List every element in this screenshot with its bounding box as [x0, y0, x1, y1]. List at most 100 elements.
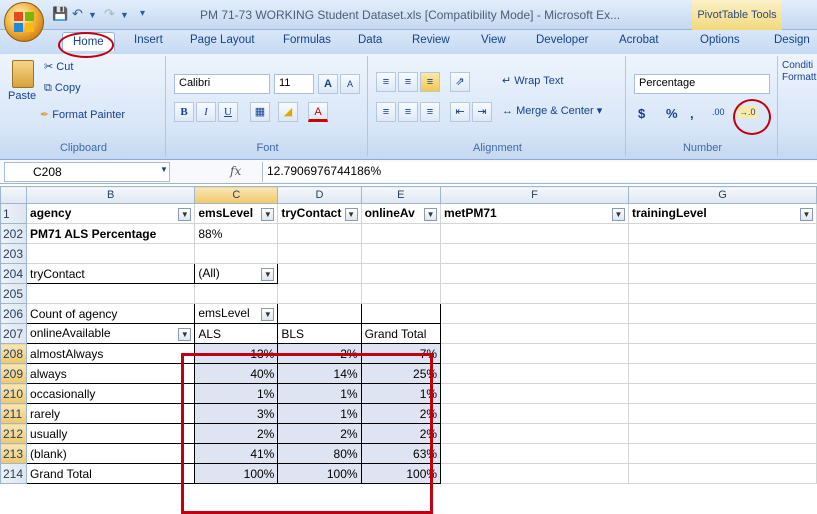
- row-header[interactable]: 207: [0, 323, 28, 344]
- cell-c-filter[interactable]: (All) ▼: [194, 263, 279, 284]
- cell-g[interactable]: [627, 323, 817, 344]
- select-all-corner[interactable]: [0, 186, 28, 204]
- align-right-icon[interactable]: ≡: [420, 102, 440, 122]
- tab-insert[interactable]: Insert: [134, 34, 163, 46]
- row-header[interactable]: 209: [0, 363, 28, 384]
- align-left-icon[interactable]: ≡: [376, 102, 396, 122]
- office-button[interactable]: [4, 2, 44, 42]
- name-box[interactable]: C208: [4, 162, 170, 182]
- cell-f[interactable]: [440, 323, 629, 344]
- cell-b[interactable]: (blank): [26, 443, 196, 464]
- customize-qat-icon[interactable]: ▾: [140, 8, 145, 19]
- cell-f[interactable]: [440, 383, 629, 404]
- borders-icon[interactable]: ▦: [250, 102, 270, 122]
- bold-button[interactable]: B: [174, 102, 194, 122]
- cell-e[interactable]: [360, 283, 442, 304]
- filter-header-cell[interactable]: agency ▼: [26, 203, 196, 224]
- cell-g[interactable]: [627, 303, 817, 324]
- tab-data[interactable]: Data: [358, 34, 382, 46]
- row-header[interactable]: 204: [0, 263, 28, 284]
- undo-icon[interactable]: ↶: [72, 6, 83, 22]
- filter-header-cell[interactable]: metPM71 ▼: [440, 203, 629, 224]
- tab-acrobat[interactable]: Acrobat: [619, 34, 659, 46]
- cell-f[interactable]: [440, 463, 629, 484]
- increase-decimal-button[interactable]: .00: [712, 107, 725, 117]
- filter-dropdown-icon[interactable]: ▼: [800, 208, 813, 221]
- percent-button[interactable]: %: [666, 106, 678, 121]
- row-header[interactable]: 211: [0, 403, 28, 424]
- cell-d[interactable]: [277, 303, 362, 324]
- font-color-button[interactable]: A: [308, 102, 328, 122]
- cell-g[interactable]: [627, 243, 817, 264]
- italic-button[interactable]: I: [196, 102, 216, 122]
- cell-g[interactable]: [627, 283, 817, 304]
- redo-dropdown-icon[interactable]: ▼: [120, 10, 129, 20]
- cell-c[interactable]: [194, 243, 279, 264]
- tab-review[interactable]: Review: [412, 34, 450, 46]
- cell-f[interactable]: [440, 283, 629, 304]
- shrink-font-button[interactable]: A: [340, 74, 360, 94]
- cell-e[interactable]: [360, 243, 442, 264]
- cell-c[interactable]: ALS: [194, 323, 279, 344]
- cell-e[interactable]: [360, 303, 442, 324]
- cell-f[interactable]: [440, 343, 629, 364]
- cell-d[interactable]: [277, 223, 362, 244]
- comma-button[interactable]: ,: [690, 106, 694, 121]
- cell-b[interactable]: [26, 243, 196, 264]
- row-header[interactable]: 206: [0, 303, 28, 324]
- cell-g[interactable]: [627, 443, 817, 464]
- column-header-b[interactable]: B: [26, 186, 196, 204]
- redo-icon[interactable]: ↷: [104, 6, 115, 22]
- filter-dropdown-icon[interactable]: ▼: [261, 308, 275, 321]
- column-header-d[interactable]: D: [277, 186, 362, 204]
- cell-b[interactable]: [26, 283, 196, 304]
- font-size-select[interactable]: 11: [274, 74, 314, 94]
- cell-b[interactable]: occasionally: [26, 383, 196, 404]
- cell-f[interactable]: [440, 243, 629, 264]
- row-header[interactable]: 205: [0, 283, 28, 304]
- paste-button[interactable]: Paste: [8, 58, 38, 106]
- cut-button[interactable]: ✂ Cut: [44, 60, 73, 73]
- cell-d[interactable]: [277, 263, 362, 284]
- cell-b[interactable]: always: [26, 363, 196, 384]
- cell-b[interactable]: PM71 ALS Percentage: [26, 223, 196, 244]
- column-header-e[interactable]: E: [360, 186, 442, 204]
- namebox-dropdown-icon[interactable]: ▼: [160, 165, 168, 174]
- tab-page-layout[interactable]: Page Layout: [190, 34, 255, 46]
- filter-dropdown-icon[interactable]: ▼: [344, 208, 358, 221]
- cell-g[interactable]: [627, 363, 817, 384]
- align-top-icon[interactable]: ≡: [376, 72, 396, 92]
- cell-d[interactable]: [277, 283, 362, 304]
- cell-f[interactable]: [440, 403, 629, 424]
- grow-font-button[interactable]: A: [318, 74, 338, 94]
- cell-f[interactable]: [440, 263, 629, 284]
- cell-f[interactable]: [440, 443, 629, 464]
- cell-f[interactable]: [440, 223, 629, 244]
- cell-b[interactable]: tryContact: [26, 263, 196, 284]
- column-header-c[interactable]: C: [194, 186, 279, 204]
- row-header[interactable]: 203: [0, 243, 28, 264]
- filter-header-cell[interactable]: emsLevel ▼: [194, 203, 279, 224]
- cell-b[interactable]: Grand Total: [26, 463, 196, 484]
- cell-b[interactable]: usually: [26, 423, 196, 444]
- copy-button[interactable]: ⧉ Copy: [44, 82, 81, 95]
- align-center-icon[interactable]: ≡: [398, 102, 418, 122]
- number-format-select[interactable]: Percentage: [634, 74, 770, 94]
- filter-dropdown-icon[interactable]: ▼: [261, 268, 275, 281]
- column-header-g[interactable]: G: [627, 186, 817, 204]
- cell-f[interactable]: [440, 423, 629, 444]
- filter-dropdown-icon[interactable]: ▼: [178, 328, 192, 341]
- underline-button[interactable]: U: [218, 102, 238, 122]
- column-header-f[interactable]: F: [440, 186, 629, 204]
- currency-button[interactable]: $: [638, 106, 645, 121]
- conditional-formatting-button[interactable]: Conditi Formatti: [782, 60, 817, 84]
- row-header[interactable]: 1: [0, 203, 28, 224]
- align-middle-icon[interactable]: ≡: [398, 72, 418, 92]
- cell-e[interactable]: Grand Total: [360, 323, 442, 344]
- fx-icon[interactable]: fx: [230, 164, 241, 178]
- cell-c[interactable]: [194, 283, 279, 304]
- cell-g[interactable]: [627, 223, 817, 244]
- row-header[interactable]: 213: [0, 443, 28, 464]
- cell-g[interactable]: [627, 263, 817, 284]
- cell-g[interactable]: [627, 463, 817, 484]
